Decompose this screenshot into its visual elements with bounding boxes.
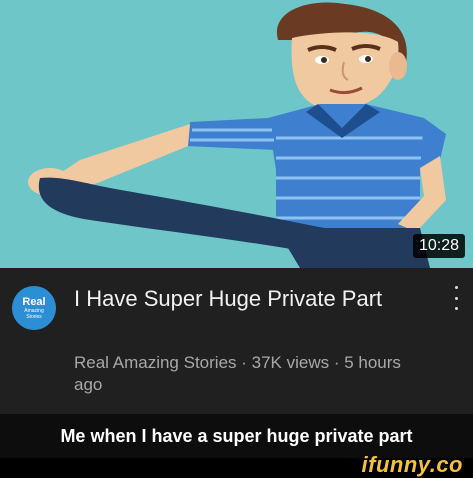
channel-avatar[interactable]: Real Amazing Stories (12, 286, 56, 330)
avatar-text-line1: Real (22, 295, 46, 308)
video-thumbnail[interactable]: 10:28 (0, 0, 473, 268)
video-meta: Real Amazing Stories · 37K views · 5 hou… (74, 353, 401, 394)
duration-badge: 10:28 (412, 234, 465, 258)
video-info-panel[interactable]: Real Amazing Stories I Have Super Huge P… (0, 268, 473, 414)
avatar-text-line2: Amazing (24, 307, 44, 314)
avatar-text-line3: Stories (26, 313, 42, 320)
thumbnail-illustration (0, 0, 473, 268)
ifunny-watermark: ifunny.co (361, 452, 463, 477)
video-title[interactable]: I Have Super Huge Private Part (74, 285, 414, 312)
more-vert-icon[interactable] (451, 286, 461, 310)
